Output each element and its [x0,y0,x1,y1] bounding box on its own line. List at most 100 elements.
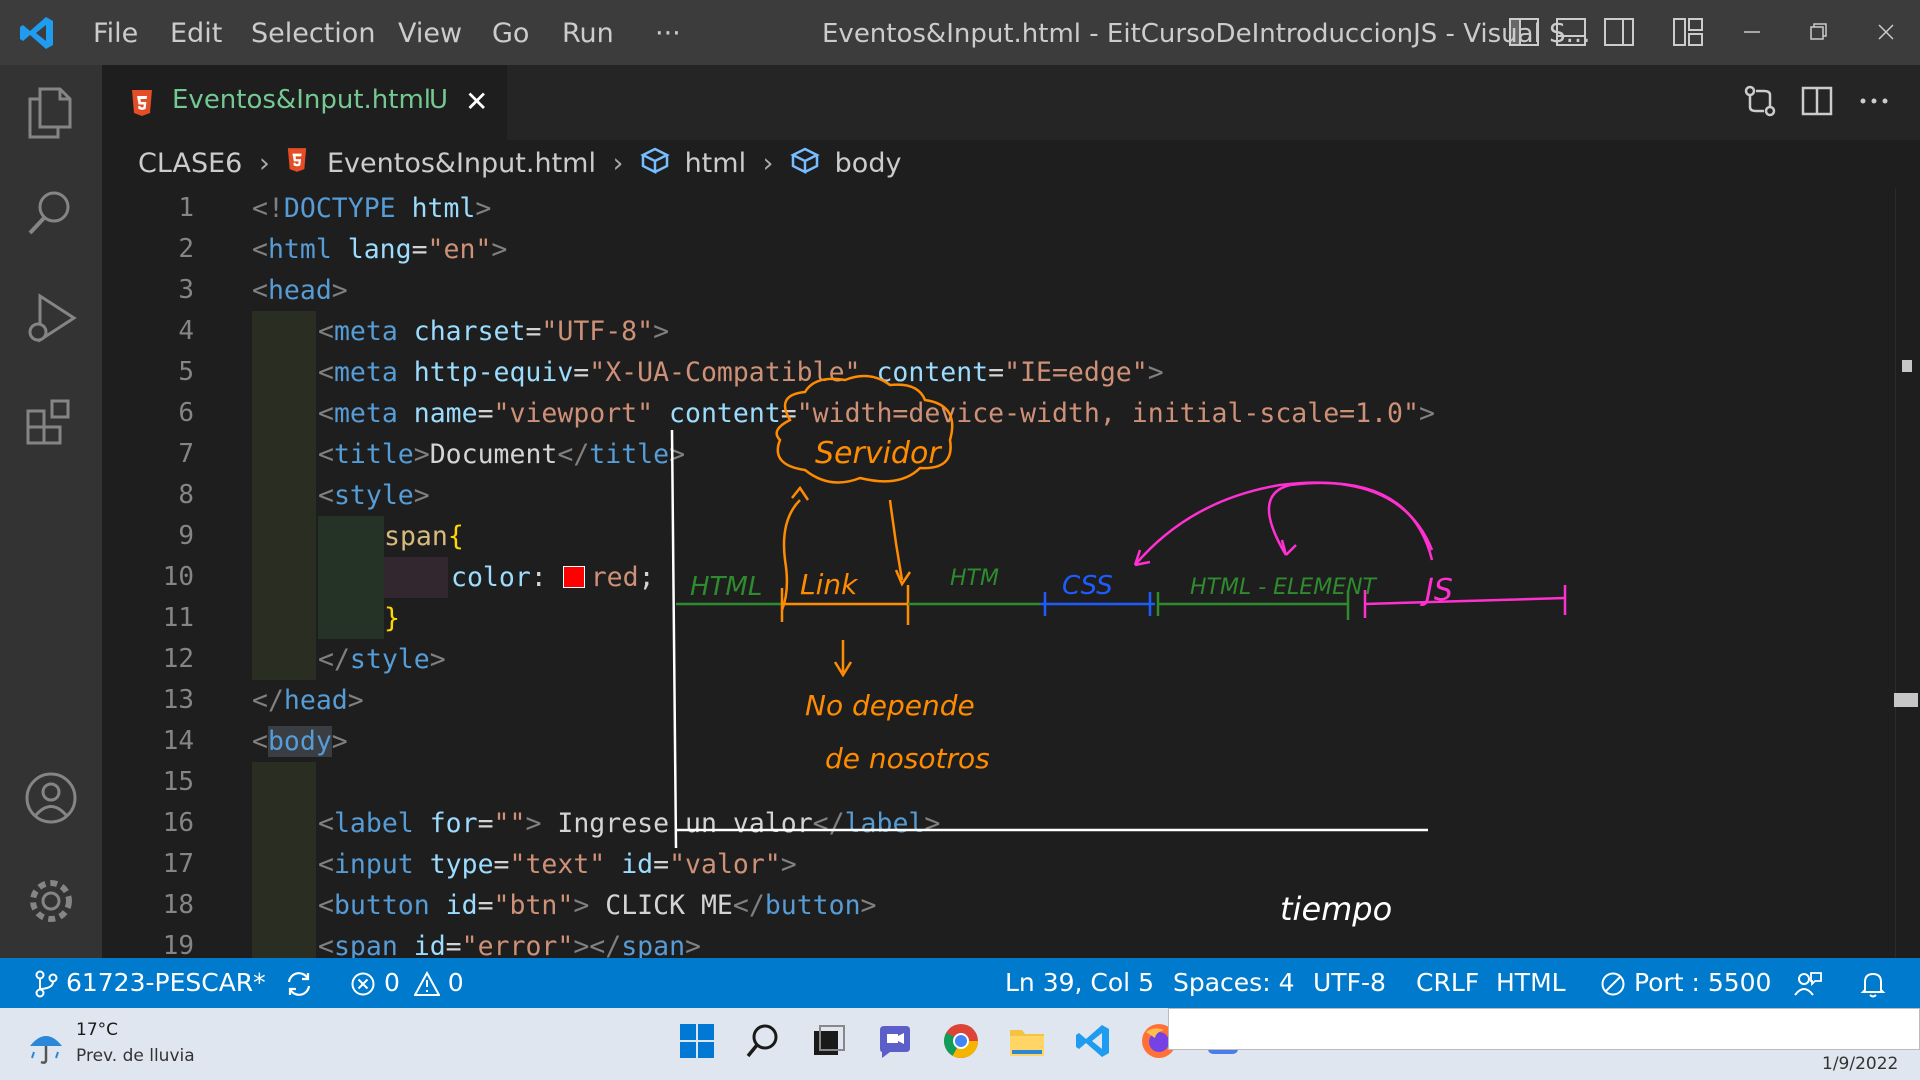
live-server-port[interactable]: Port : 5500 [1600,958,1771,1008]
menu-file[interactable]: File [93,16,138,52]
code-line: 3 <head> [102,270,1920,311]
windows-start-icon[interactable] [678,1022,716,1064]
menu-edit[interactable]: Edit [170,16,222,52]
editor-tab-strip: Eventos&Input.html U ✕ [102,65,1920,140]
explorer-icon[interactable] [24,85,78,145]
line-number: 15 [162,767,194,797]
warning-count: 0 [447,968,464,997]
code-line: 15 [102,762,1920,803]
chat-icon[interactable] [876,1022,914,1064]
activity-bar [0,65,102,958]
restore-icon[interactable] [1802,16,1834,55]
code-line: 1 <!DOCTYPE html> [102,188,1920,229]
more-actions-icon[interactable] [1856,83,1892,123]
menu-selection[interactable]: Selection [251,16,375,52]
search-icon[interactable] [24,185,78,245]
code-line: 4 <meta charset="UTF-8"> [102,311,1920,352]
vscode-icon[interactable] [1074,1022,1112,1064]
status-bar: 61723-PESCAR* 0 0 Ln 39, Col 5 Spaces: 4… [0,958,1920,1008]
menu-run[interactable]: Run [562,16,614,52]
eol-status[interactable]: CRLF [1416,958,1479,1008]
title-bar: File Edit Selection View Go Run ··· Even… [0,0,1920,65]
close-icon[interactable] [1870,16,1902,55]
code-editor[interactable]: 1 <!DOCTYPE html> 2 <html lang="en"> 3 <… [102,188,1920,958]
branch-status[interactable]: 61723-PESCAR* [34,958,266,1008]
manage-gear-icon[interactable] [24,873,78,933]
code-line: 16 <label for=""> Ingrese un valor</labe… [102,803,1920,844]
line-number: 4 [178,316,194,346]
breadcrumb-folder[interactable]: CLASE6 [138,148,242,179]
layout-right-icon[interactable] [1603,16,1635,55]
chevron-right-icon: › [612,148,624,179]
breadcrumb-body[interactable]: body [835,148,902,179]
overlay-blank-panel [1168,1008,1920,1050]
layout-panel-icon[interactable] [1555,16,1587,55]
code-line: 5 <meta http-equiv="X-UA-Compatible" con… [102,352,1920,393]
tab-untracked-badge: U [429,85,449,115]
code-text: <html lang="en"> [252,234,508,265]
line-number: 10 [162,562,194,592]
code-text: <title>Document</title> [318,439,686,470]
code-line: 6 <meta name="viewport" content="width=d… [102,393,1920,434]
source-control-compare-icon[interactable] [1742,83,1778,123]
menu-view[interactable]: View [398,16,462,52]
menu-go[interactable]: Go [492,16,529,52]
problems-status[interactable]: 0 0 [350,958,464,1008]
port-label: Port : 5500 [1633,968,1772,997]
code-text: <!DOCTYPE html> [252,193,492,224]
code-text: <meta charset="UTF-8"> [318,316,670,347]
line-number: 8 [178,480,194,510]
line-number: 17 [162,849,194,879]
extensions-icon[interactable] [24,395,78,455]
code-line: 18 <button id="btn"> CLICK ME</button> [102,885,1920,926]
code-text: color: red; [451,562,655,593]
minimize-icon[interactable] [1736,16,1768,55]
search-icon[interactable] [744,1022,782,1064]
split-editor-icon[interactable] [1799,83,1835,123]
chrome-icon[interactable] [942,1022,980,1064]
editor-scrollbar[interactable] [1895,188,1920,958]
tab-eventos-input-html[interactable]: Eventos&Input.html U ✕ [102,65,507,140]
layout-left-icon[interactable] [1508,16,1540,55]
code-line: 19 <span id="error"></span> [102,926,1920,958]
tab-close-button[interactable]: ✕ [465,85,488,118]
taskbar-date[interactable]: 1/9/2022 [1822,1054,1898,1074]
breadcrumb-file[interactable]: Eventos&Input.html [327,148,596,179]
code-text: <head> [252,275,348,306]
code-line: 11 } [102,598,1920,639]
language-mode[interactable]: HTML [1496,958,1566,1008]
line-number: 9 [178,521,194,551]
branch-name: 61723-PESCAR* [65,968,266,997]
customize-layout-icon[interactable] [1672,16,1704,55]
cursor-position[interactable]: Ln 39, Col 5 [1005,958,1154,1008]
indentation-status[interactable]: Spaces: 4 [1173,958,1294,1008]
code-line: 10 color: red; [102,557,1920,598]
rain-weather-icon[interactable] [26,1024,66,1070]
feedback-icon[interactable] [1793,958,1823,1008]
encoding-status[interactable]: UTF-8 [1313,958,1386,1008]
scrollbar-thumb[interactable] [1894,693,1918,707]
color-swatch[interactable] [562,566,585,588]
code-line: 14 <body> [102,721,1920,762]
line-number: 6 [178,398,194,428]
code-text: <body> [252,726,348,757]
code-text: <button id="btn"> CLICK ME</button> [318,890,877,921]
run-debug-icon[interactable] [24,290,78,350]
file-explorer-icon[interactable] [1008,1022,1046,1064]
sync-icon[interactable] [284,958,314,1008]
weather-temperature[interactable]: 17°C [76,1020,118,1040]
accounts-icon[interactable] [24,770,78,830]
vscode-logo-icon[interactable] [18,14,56,59]
window-title: Eventos&Input.html - EitCursoDeIntroducc… [822,19,1591,49]
breadcrumb-html[interactable]: html [685,148,747,179]
menu-more[interactable]: ··· [655,16,681,52]
weather-description[interactable]: Prev. de lluvia [76,1046,195,1066]
line-number: 2 [178,234,194,264]
code-text: span{ [384,521,464,552]
tab-label: Eventos&Input.html [172,85,432,115]
breadcrumb: CLASE6 › Eventos&Input.html › html › bod… [138,146,901,186]
code-line: 17 <input type="text" id="valor"> [102,844,1920,885]
notifications-bell-icon[interactable] [1860,958,1886,1008]
task-view-icon[interactable] [810,1022,848,1064]
line-number: 13 [162,685,194,715]
